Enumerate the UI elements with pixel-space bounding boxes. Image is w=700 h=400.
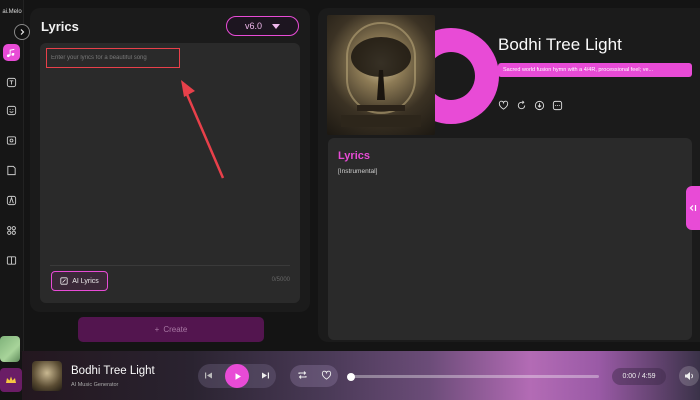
- create-button[interactable]: + Create: [78, 317, 264, 342]
- sidebar-item-contrast[interactable]: [3, 192, 20, 209]
- time-display: 0:00 / 4:59: [612, 368, 666, 385]
- album-cover: [327, 15, 435, 135]
- model-version-select[interactable]: v6.0: [226, 16, 299, 36]
- player-album-cover[interactable]: [32, 361, 62, 391]
- left-sidebar: ai.Melo: [0, 0, 24, 352]
- download-button[interactable]: [534, 100, 545, 111]
- lyrics-panel: Lyrics v6.0 AI Lyrics 0/5000: [30, 8, 310, 312]
- create-label: Create: [163, 325, 188, 334]
- volume-icon: [684, 372, 693, 380]
- more-button[interactable]: [552, 100, 563, 111]
- sidebar-item-text[interactable]: [3, 74, 20, 91]
- plus-icon: +: [154, 325, 160, 334]
- skip-previous-icon: [205, 372, 212, 379]
- player-subtitle: AI Music Generator: [71, 382, 119, 388]
- image-icon: [6, 136, 17, 145]
- sidebar-item-image[interactable]: [3, 132, 20, 149]
- lyrics-input[interactable]: [46, 48, 180, 68]
- panel-title: Lyrics: [41, 19, 79, 34]
- edit-icon: [60, 277, 68, 285]
- style-tag[interactable]: Sacred world fusion hymn with a 4/4R, pr…: [498, 63, 692, 77]
- skip-next-icon: [262, 372, 269, 379]
- note-icon: [7, 165, 16, 176]
- ai-lyrics-button[interactable]: AI Lyrics: [51, 271, 108, 291]
- progress-bar[interactable]: [347, 372, 599, 381]
- repeat-icon: [298, 371, 306, 379]
- download-icon: [534, 100, 545, 111]
- ai-lyrics-label: AI Lyrics: [72, 277, 99, 285]
- remix-icon: [517, 100, 526, 110]
- song-detail-panel: Bodhi Tree Light Sacred world fusion hym…: [318, 8, 700, 342]
- previous-button[interactable]: [204, 367, 213, 385]
- player-like-button[interactable]: [321, 367, 332, 385]
- sidebar-item-apps[interactable]: [3, 222, 20, 239]
- loop-like-controls: [290, 365, 338, 387]
- premium-crown-button[interactable]: [0, 368, 22, 392]
- music-note-icon: [6, 48, 15, 58]
- sidebar-item-note[interactable]: [3, 162, 20, 179]
- song-title: Bodhi Tree Light: [498, 35, 622, 54]
- playback-controls: [198, 364, 276, 388]
- volume-button[interactable]: [679, 366, 699, 386]
- play-icon: [235, 372, 241, 380]
- player-song-title: Bodhi Tree Light: [71, 365, 155, 377]
- lyrics-display-title: Lyrics: [338, 150, 371, 162]
- repeat-button[interactable]: [297, 367, 308, 385]
- book-icon: [6, 256, 17, 265]
- crown-icon: [6, 376, 16, 383]
- lyrics-display-text: [Instrumental]: [338, 168, 378, 175]
- user-thumbnail[interactable]: [0, 336, 20, 362]
- text-icon: [6, 77, 17, 88]
- player-bar: Bodhi Tree Light AI Music Generator 0:00…: [22, 351, 700, 400]
- chevron-right-icon: [20, 29, 25, 35]
- lyrics-editor: AI Lyrics 0/5000: [40, 43, 300, 303]
- character-counter: 0/5000: [271, 277, 290, 283]
- sidebar-item-music[interactable]: [3, 44, 20, 61]
- like-button[interactable]: [498, 100, 509, 111]
- song-actions: [498, 100, 563, 111]
- side-expand-tab[interactable]: [686, 186, 700, 230]
- emoji-icon: [6, 105, 17, 116]
- sidebar-item-emoji[interactable]: [3, 102, 20, 119]
- next-button[interactable]: [261, 367, 270, 385]
- sidebar-item-book[interactable]: [3, 252, 20, 269]
- more-icon: [552, 100, 563, 111]
- progress-knob[interactable]: [347, 372, 355, 381]
- contrast-icon: [6, 195, 17, 206]
- apps-grid-icon: [7, 226, 16, 235]
- collapse-sidebar-button[interactable]: [14, 24, 30, 40]
- divider: [50, 265, 290, 266]
- tree-illustration: [341, 22, 421, 127]
- expand-left-icon: [689, 205, 696, 211]
- caret-down-icon: [272, 23, 280, 29]
- lyrics-display: Lyrics [Instrumental]: [328, 138, 692, 340]
- version-label: v6.0: [244, 21, 262, 31]
- remix-button[interactable]: [516, 100, 527, 111]
- heart-icon: [498, 100, 509, 110]
- play-button[interactable]: [225, 364, 249, 388]
- heart-outline-icon: [321, 370, 331, 380]
- brand-logo: ai.Melo: [2, 9, 22, 15]
